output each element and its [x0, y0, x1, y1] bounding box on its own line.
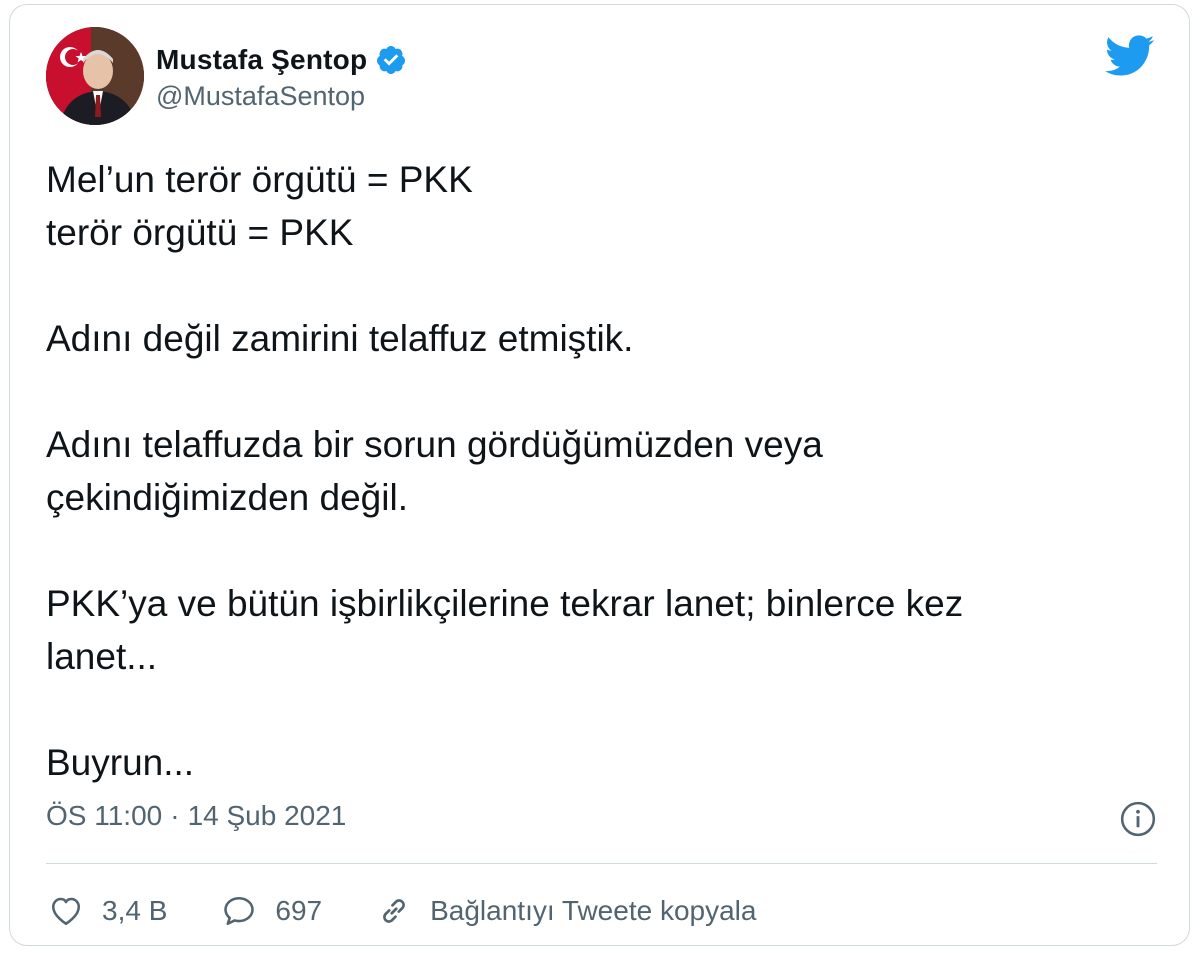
heart-icon: [51, 897, 81, 926]
reply-bubble-icon: [224, 896, 255, 926]
verified-badge-icon: [377, 46, 406, 74]
tweet-line: lanet...: [46, 636, 158, 677]
avatar-photo: [46, 27, 144, 125]
tweet-time: ÖS 11:00: [46, 800, 163, 831]
tweet-card: Mustafa Şentop @MustafaSentop Mel’un ter…: [9, 4, 1190, 946]
like-count: 3,4 B: [102, 895, 168, 926]
tweet-timestamp[interactable]: ÖS 11:00 · 14 Şub 2021: [46, 800, 346, 832]
tweet-text: Mel’un terör örgütü = PKK terör örgütü =…: [46, 153, 1146, 789]
reply-button[interactable]: 697: [221, 893, 322, 929]
like-button[interactable]: 3,4 B: [48, 893, 167, 929]
tweet-actions: 3,4 B 697 Bağlantıyı Tweete kopyala: [48, 885, 810, 937]
tweet-line: PKK’ya ve bütün işbirlikçilerine tekrar …: [46, 583, 964, 624]
tweet-line: Buyrun...: [46, 742, 195, 783]
timestamp-separator: ·: [170, 800, 180, 831]
reply-count: 697: [275, 895, 323, 926]
display-name[interactable]: Mustafa Şentop: [156, 44, 367, 76]
author-name-row: Mustafa Şentop: [156, 40, 407, 80]
divider: [46, 863, 1157, 864]
tweet-line: terör örgütü = PKK: [46, 212, 354, 253]
tweet-date: 14 Şub 2021: [187, 800, 347, 831]
avatar[interactable]: [46, 27, 144, 125]
tweet-line: Adını değil zamirini telaffuz etmiştik.: [46, 318, 634, 359]
tweet-line: çekindiğimizden değil.: [46, 477, 408, 518]
link-icon: [383, 899, 406, 923]
twitter-bird-icon[interactable]: [1105, 35, 1155, 77]
user-handle[interactable]: @MustafaSentop: [156, 81, 365, 112]
copy-link-label: Bağlantıyı Tweete kopyala: [430, 895, 757, 926]
tweet-line: Adını telaffuzda bir sorun gördüğümüzden…: [46, 424, 823, 465]
tweet-line: Mel’un terör örgütü = PKK: [46, 159, 473, 200]
info-icon[interactable]: [1119, 800, 1157, 838]
copy-link-button[interactable]: Bağlantıyı Tweete kopyala: [376, 893, 756, 929]
